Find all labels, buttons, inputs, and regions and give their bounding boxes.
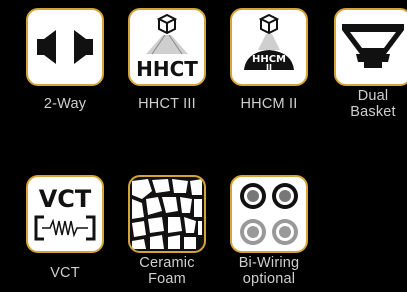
two-way-speaker-icon [37, 30, 93, 64]
feature-label: 2-Way [20, 96, 110, 112]
feature-label: VCT [20, 265, 110, 281]
feature-label-line: Basket [350, 104, 396, 120]
hhct-icon: HHCT [136, 13, 198, 81]
hhct-icon-text: HHCT [136, 57, 198, 81]
feature-label: Ceramic Foam [122, 255, 212, 287]
tile-dual-basket [334, 8, 407, 86]
feature-label-line: HHCM II [240, 96, 298, 112]
feature-hhct-iii: HHCT HHCT III [122, 8, 212, 112]
ceramic-foam-icon [132, 179, 202, 249]
bi-wiring-icon [240, 183, 298, 245]
feature-vct: VCT VCT [20, 175, 110, 281]
vct-icon-text: VCT [39, 185, 92, 213]
tile-ceramic-foam [128, 175, 206, 253]
hhcm-icon: HHCM II [244, 13, 294, 72]
feature-ceramic-foam: Ceramic Foam [122, 175, 212, 287]
tile-hhct: HHCT [128, 8, 206, 86]
vct-icon: VCT [34, 185, 96, 241]
feature-label-line: Ceramic [139, 255, 195, 271]
feature-two-way: 2-Way [20, 8, 110, 112]
feature-label: HHCM II [224, 96, 314, 112]
dual-basket-icon [342, 24, 404, 68]
tile-vct: VCT [26, 175, 104, 253]
feature-hhcm-ii: HHCM II HHCM II [224, 8, 314, 112]
features-panel: { "features": [ {"id": "two-way", "icon"… [0, 0, 407, 292]
feature-label-line: 2-Way [43, 96, 87, 112]
hhcm-icon-subtext: II [266, 63, 272, 72]
feature-label: Dual Basket [328, 88, 407, 120]
feature-dual-basket: Dual Basket [328, 8, 407, 120]
feature-bi-wiring: Bi-Wiring optional [224, 175, 314, 287]
feature-label-line: Foam [148, 271, 186, 287]
feature-label-line: Dual [357, 88, 389, 104]
feature-label-line: VCT [50, 265, 80, 281]
feature-label-line: Bi-Wiring [238, 255, 300, 271]
tile-hhcm: HHCM II [230, 8, 308, 86]
feature-label: HHCT III [122, 96, 212, 112]
tile-two-way [26, 8, 104, 86]
tile-bi-wiring [230, 175, 308, 253]
feature-label-line: optional [242, 271, 296, 287]
feature-label-line: HHCT III [138, 96, 196, 112]
feature-label: Bi-Wiring optional [224, 255, 314, 287]
